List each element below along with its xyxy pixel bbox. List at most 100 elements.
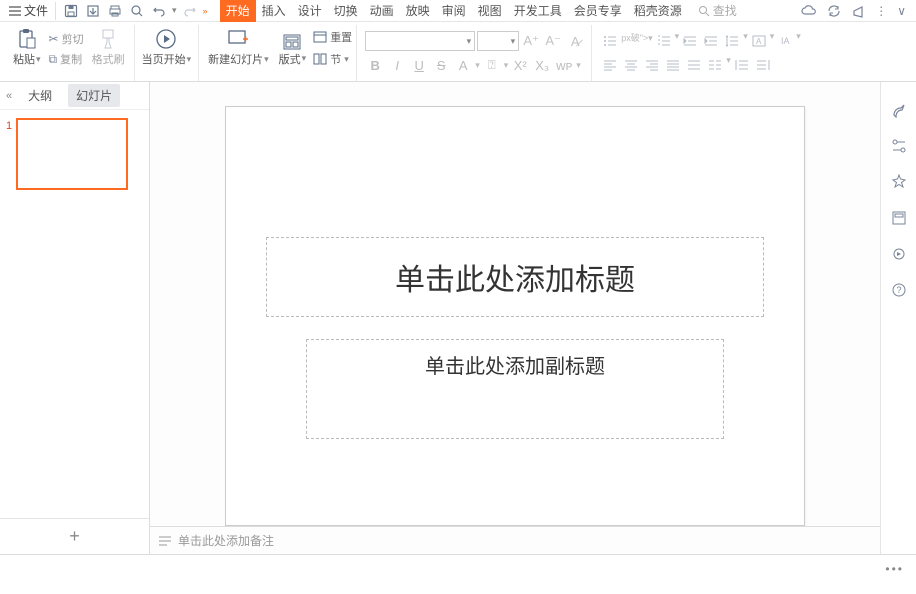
font-size-select[interactable]: ▾ (477, 31, 519, 51)
save-icon[interactable] (62, 2, 80, 20)
menu-right: ⋮ ∨ (801, 4, 912, 18)
new-slide-button[interactable]: 新建幻灯片▾ (205, 27, 272, 67)
rail-help-icon[interactable]: ? (891, 282, 907, 298)
tab-start[interactable]: 开始 (220, 0, 256, 22)
font-group: ▾ ▾ A⁺ A⁻ A̷ B I U S A▾ ⍰▾ X² X₃ ᴡᴩ▾ (359, 25, 592, 81)
search-placeholder: 查找 (713, 2, 737, 19)
align-distributed-button[interactable] (684, 55, 704, 75)
reset-button[interactable]: 重置 (313, 29, 352, 45)
qat-more[interactable]: » (203, 6, 208, 16)
thumbnail-1[interactable] (16, 118, 128, 190)
search-box[interactable]: 查找 (698, 2, 737, 19)
rail-magic-icon[interactable] (891, 174, 907, 190)
search-icon (698, 5, 710, 17)
collapse-ribbon-icon[interactable]: ∨ (897, 4, 906, 18)
menu-left: 文件 ▾ » 开始 插入 (4, 0, 737, 22)
scissors-icon: ✂ (49, 32, 59, 46)
file-menu[interactable]: 文件 (4, 0, 53, 21)
rail-animation-icon[interactable] (891, 246, 907, 262)
indent-right-button[interactable] (753, 55, 773, 75)
notes-bar[interactable]: 单击此处添加备注 (150, 526, 880, 554)
cut-button[interactable]: ✂剪切 (46, 30, 87, 48)
svg-text:A: A (756, 37, 762, 46)
print-icon[interactable] (106, 2, 124, 20)
panel-tabs: « 大纲 幻灯片 (0, 82, 149, 110)
tab-devtools[interactable]: 开发工具 (508, 0, 568, 22)
highlight-button[interactable]: ⍰ (482, 55, 502, 75)
columns-button[interactable] (705, 55, 725, 75)
share-icon[interactable] (851, 4, 865, 18)
underline-button[interactable]: U (409, 55, 429, 75)
collapse-panel-icon[interactable]: « (6, 90, 12, 102)
indent-left-button[interactable] (732, 55, 752, 75)
bullet-list-button[interactable] (600, 31, 620, 51)
increase-indent-button[interactable] (701, 31, 721, 51)
layout-button[interactable]: 版式▾ (276, 31, 310, 67)
undo-icon[interactable] (150, 2, 168, 20)
increase-font-icon[interactable]: A⁺ (521, 31, 541, 51)
from-current-button[interactable]: 当页开始▾ (139, 27, 195, 67)
tab-view[interactable]: 视图 (472, 0, 508, 22)
decrease-indent-button[interactable] (680, 31, 700, 51)
text-direction-button[interactable]: IA (775, 31, 795, 51)
tab-design[interactable]: 设计 (292, 0, 328, 22)
layout-icon (283, 33, 301, 51)
slides-tab[interactable]: 幻灯片 (68, 84, 120, 107)
main-area: « 大纲 幻灯片 1 + 单击此处添加标题 单击此处添加副标题 单击此处添加备注 (0, 82, 916, 554)
align-left-button[interactable] (600, 55, 620, 75)
section-button[interactable]: 节▾ (313, 51, 352, 67)
format-painter-button[interactable]: 格式刷 (89, 27, 128, 67)
clear-fmt-icon[interactable]: A̷ (565, 31, 585, 51)
align-center-button[interactable] (621, 55, 641, 75)
decrease-font-icon[interactable]: A⁻ (543, 31, 563, 51)
tab-animation[interactable]: 动画 (364, 0, 400, 22)
change-case-button[interactable]: ᴡᴩ (554, 55, 574, 75)
redo-icon[interactable] (181, 2, 199, 20)
line-spacing-button[interactable] (722, 31, 742, 51)
cloud-icon[interactable] (801, 5, 817, 17)
thumb-row: 1 (6, 118, 143, 190)
tab-resources[interactable]: 稻壳资源 (628, 0, 688, 22)
undo-dropdown[interactable]: ▾ (172, 5, 177, 16)
rail-template-icon[interactable] (891, 210, 907, 226)
number-list-button[interactable] (654, 31, 674, 51)
subtitle-placeholder[interactable]: 单击此处添加副标题 (306, 339, 724, 439)
tab-vip[interactable]: 会员专享 (568, 0, 628, 22)
title-placeholder[interactable]: 单击此处添加标题 (266, 237, 764, 317)
preview-icon[interactable] (128, 2, 146, 20)
slide-canvas[interactable]: 单击此处添加标题 单击此处添加副标题 (225, 106, 805, 526)
tab-review[interactable]: 审阅 (436, 0, 472, 22)
slides-group: 新建幻灯片▾ 版式▾ 重置 节▾ (201, 25, 357, 81)
text-box-button[interactable]: A (749, 31, 769, 51)
outline-tab[interactable]: 大纲 (20, 84, 60, 107)
clipboard-group: 粘贴▾ ✂剪切 ⧉复制 格式刷 (6, 25, 132, 81)
rail-settings-icon[interactable] (891, 138, 907, 154)
add-slide-button[interactable]: + (0, 518, 149, 554)
tab-insert[interactable]: 插入 (256, 0, 292, 22)
superscript-button[interactable]: X² (510, 55, 530, 75)
strike-button[interactable]: S (431, 55, 451, 75)
rail-design-icon[interactable] (891, 102, 907, 118)
copy-button[interactable]: ⧉复制 (46, 50, 87, 68)
status-more-icon[interactable]: ••• (885, 562, 904, 576)
sync-icon[interactable] (827, 4, 841, 18)
notes-icon (158, 535, 172, 547)
play-icon (155, 27, 177, 51)
svg-text:IA: IA (781, 36, 790, 46)
italic-button[interactable]: I (387, 55, 407, 75)
font-color-button[interactable]: A (453, 55, 473, 75)
align-justify-button[interactable] (663, 55, 683, 75)
bold-button[interactable]: B (365, 55, 385, 75)
tab-slideshow[interactable]: 放映 (400, 0, 436, 22)
tab-transition[interactable]: 切换 (328, 0, 364, 22)
notes-placeholder: 单击此处添加备注 (178, 532, 274, 549)
canvas-scroll[interactable]: 单击此处添加标题 单击此处添加副标题 (150, 82, 880, 526)
paste-button[interactable]: 粘贴▾ (10, 27, 44, 67)
ribbon: 粘贴▾ ✂剪切 ⧉复制 格式刷 当页开始▾ 新建幻灯片▾ (0, 22, 916, 82)
align-right-button[interactable] (642, 55, 662, 75)
export-icon[interactable] (84, 2, 102, 20)
section-icon (313, 53, 327, 65)
font-family-select[interactable]: ▾ (365, 31, 475, 51)
more-icon[interactable]: ⋮ (875, 4, 887, 18)
subscript-button[interactable]: X₃ (532, 55, 552, 75)
